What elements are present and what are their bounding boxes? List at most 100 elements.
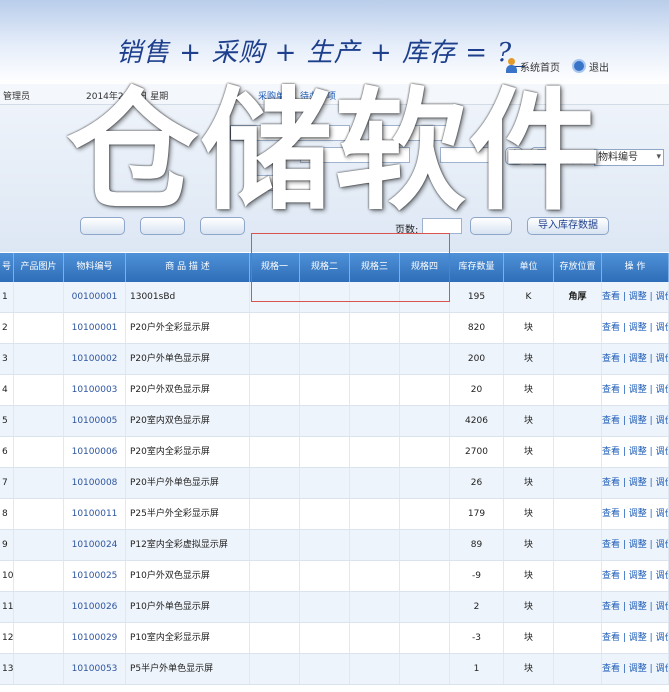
search-field-3[interactable]	[300, 147, 410, 163]
stock-quantity: 1	[450, 654, 504, 684]
spec-3-cell	[350, 623, 400, 653]
adjust-link[interactable]: 调整	[629, 292, 647, 302]
action-button-3[interactable]	[200, 217, 245, 235]
adjust-link[interactable]: 调整	[629, 509, 647, 519]
material-code: 00100001	[64, 282, 126, 312]
spec-columns-highlight	[251, 233, 450, 302]
adjust-price-link[interactable]: 调价	[656, 447, 668, 457]
adjust-price-link[interactable]: 调价	[656, 602, 668, 612]
view-link[interactable]: 查看	[602, 416, 620, 426]
spec-1-cell	[250, 406, 300, 436]
table-row[interactable]: 4 10100003P20户外双色显示屏 20块 查看 | 调整 | 调价	[0, 375, 669, 406]
query-button[interactable]: 查	[505, 147, 523, 165]
adjust-link[interactable]: 调整	[629, 478, 647, 488]
app-header: 销售 + 采购 + 生产 + 库存 = ?_ 系统首页 退出	[0, 0, 669, 84]
adjust-link[interactable]: 调整	[629, 385, 647, 395]
operations-cell: 查看 | 调整 | 调价	[602, 437, 669, 467]
todo-link[interactable]: 待办事项	[300, 89, 336, 102]
view-link[interactable]: 查看	[602, 633, 620, 643]
adjust-link[interactable]: 调整	[629, 354, 647, 364]
adjust-price-link[interactable]: 调价	[656, 633, 668, 643]
product-description: P12室内全彩虚拟显示屏	[126, 530, 250, 560]
product-image-cell	[14, 623, 64, 653]
row-index: 9	[0, 530, 14, 560]
home-link[interactable]: 系统首页	[505, 58, 560, 74]
view-link[interactable]: 查看	[602, 509, 620, 519]
column-header: 产品图片	[14, 253, 64, 282]
table-row[interactable]: 11 10100026P10户外单色显示屏 2块 查看 | 调整 | 调价	[0, 592, 669, 623]
adjust-price-link[interactable]: 调价	[656, 354, 668, 364]
storage-location	[554, 530, 602, 560]
search-field-4[interactable]	[440, 147, 500, 163]
sort-select[interactable]: 物料编号	[594, 149, 664, 166]
app-title: 销售 + 采购 + 生产 + 库存 = ?_	[116, 38, 527, 68]
view-link[interactable]: 查看	[602, 664, 620, 674]
adjust-link[interactable]: 调整	[629, 416, 647, 426]
export-button[interactable]: 导	[530, 147, 552, 165]
adjust-price-link[interactable]: 调价	[656, 509, 668, 519]
table-row[interactable]: 3 10100002P20户外单色显示屏 200块 查看 | 调整 | 调价	[0, 344, 669, 375]
adjust-price-link[interactable]: 调价	[656, 664, 668, 674]
column-header: 存放位置	[554, 253, 602, 282]
spec-2-cell	[300, 623, 350, 653]
storage-location	[554, 344, 602, 374]
action-button-1[interactable]	[80, 217, 125, 235]
view-link[interactable]: 查看	[602, 323, 620, 333]
adjust-link[interactable]: 调整	[629, 633, 647, 643]
adjust-link[interactable]: 调整	[629, 571, 647, 581]
adjust-price-link[interactable]: 调价	[656, 385, 668, 395]
search-field-1[interactable]	[230, 125, 350, 141]
search-field-2[interactable]	[380, 125, 450, 141]
action-button-2[interactable]	[140, 217, 185, 235]
adjust-price-link[interactable]: 调价	[656, 540, 668, 550]
spec-3-cell	[350, 530, 400, 560]
view-link[interactable]: 查看	[602, 385, 620, 395]
view-link[interactable]: 查看	[602, 292, 620, 302]
adjust-price-link[interactable]: 调价	[656, 571, 668, 581]
product-description: P20户外单色显示屏	[126, 344, 250, 374]
search-field-5[interactable]	[250, 175, 320, 191]
adjust-link[interactable]: 调整	[629, 447, 647, 457]
operations-cell: 查看 | 调整 | 调价	[602, 344, 669, 374]
import-stock-button[interactable]: 导入库存数据	[527, 217, 609, 235]
table-row[interactable]: 12 10100029P10室内全彩显示屏 -3块 查看 | 调整 | 调价	[0, 623, 669, 654]
sort-label: 排序:	[566, 155, 590, 166]
storage-location	[554, 375, 602, 405]
table-row[interactable]: 5 10100005P20室内双色显示屏 4206块 查看 | 调整 | 调价	[0, 406, 669, 437]
stock-quantity: 2700	[450, 437, 504, 467]
table-row[interactable]: 9 10100024P12室内全彩虚拟显示屏 89块 查看 | 调整 | 调价	[0, 530, 669, 561]
adjust-price-link[interactable]: 调价	[656, 292, 668, 302]
adjust-link[interactable]: 调整	[629, 323, 647, 333]
spec-4-cell	[400, 623, 450, 653]
storage-location	[554, 406, 602, 436]
view-link[interactable]: 查看	[602, 447, 620, 457]
table-row[interactable]: 8 10100011P25半户外全彩显示屏 179块 查看 | 调整 | 调价	[0, 499, 669, 530]
table-row[interactable]: 2 10100001P20户外全彩显示屏 820块 查看 | 调整 | 调价	[0, 313, 669, 344]
storage-location	[554, 437, 602, 467]
column-header: 库存数量	[450, 253, 504, 282]
adjust-link[interactable]: 调整	[629, 602, 647, 612]
row-index: 10	[0, 561, 14, 591]
product-description: P10户外单色显示屏	[126, 592, 250, 622]
view-link[interactable]: 查看	[602, 478, 620, 488]
adjust-price-link[interactable]: 调价	[656, 478, 668, 488]
column-header: 商 品 描 述	[126, 253, 250, 282]
spec-3-cell	[350, 468, 400, 498]
table-row[interactable]: 10 10100025P10户外双色显示屏 -9块 查看 | 调整 | 调价	[0, 561, 669, 592]
table-row[interactable]: 13 10100053P5半户外单色显示屏 1块 查看 | 调整 | 调价	[0, 654, 669, 685]
page-input[interactable]	[422, 218, 462, 234]
purchase-order-link[interactable]: 采购单(	[258, 89, 289, 102]
adjust-link[interactable]: 调整	[629, 540, 647, 550]
view-link[interactable]: 查看	[602, 571, 620, 581]
logout-link[interactable]: 退出	[572, 59, 609, 74]
spec-1-cell	[250, 530, 300, 560]
table-row[interactable]: 6 10100006P20室内全彩显示屏 2700块 查看 | 调整 | 调价	[0, 437, 669, 468]
adjust-link[interactable]: 调整	[629, 664, 647, 674]
table-row[interactable]: 7 10100008P20半户外单色显示屏 26块 查看 | 调整 | 调价	[0, 468, 669, 499]
view-link[interactable]: 查看	[602, 602, 620, 612]
go-button[interactable]	[470, 217, 512, 235]
adjust-price-link[interactable]: 调价	[656, 323, 668, 333]
adjust-price-link[interactable]: 调价	[656, 416, 668, 426]
view-link[interactable]: 查看	[602, 540, 620, 550]
view-link[interactable]: 查看	[602, 354, 620, 364]
